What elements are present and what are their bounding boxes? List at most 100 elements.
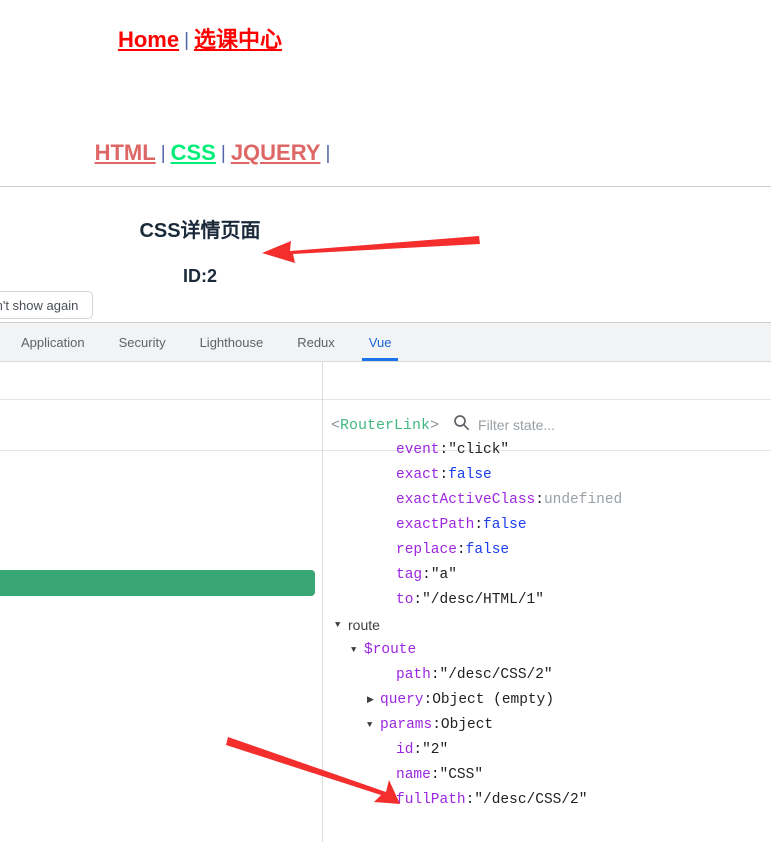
- state-key: query: [380, 692, 424, 708]
- component-name-label: RouterLink: [340, 416, 431, 434]
- component-tree-toolbar: [0, 399, 322, 451]
- state-key: event: [396, 442, 440, 458]
- state-value: "2": [422, 742, 449, 758]
- state-tree[interactable]: event: "click" exact: false exactActiveCla…: [323, 438, 771, 828]
- web-page-area: Home | 选课中心 HTML | CSS | JQUERY | CSS详情页面 ID:2 …: [0, 0, 771, 322]
- chevron-down-icon[interactable]: ▼: [335, 621, 348, 630]
- state-separator: :: [413, 742, 423, 758]
- state-key: to: [396, 592, 414, 608]
- devtools-tabbar: Application Security Lighthouse Redux Vu…: [0, 323, 771, 362]
- filter-state-container: [453, 414, 689, 436]
- detail-id-text: ID:2: [182, 266, 217, 286]
- tab-lighthouse[interactable]: Lighthouse: [183, 323, 281, 361]
- state-key: replace: [396, 542, 457, 558]
- state-key: fullPath: [396, 792, 466, 808]
- state-separator: :: [423, 692, 433, 708]
- state-row[interactable]: event: "click": [323, 438, 771, 463]
- state-key: exactPath: [396, 517, 475, 533]
- tab-label: Security: [118, 334, 166, 350]
- state-inspector-panel: <RouterLink> event: "click"exact: falsee…: [323, 362, 771, 842]
- chevron-right-icon[interactable]: ▶: [367, 696, 380, 705]
- state-row[interactable]: ▶ query: Object (empty): [323, 688, 771, 713]
- nav-separator: |: [160, 143, 166, 164]
- page-divider: [0, 186, 771, 187]
- state-separator: :: [413, 592, 423, 608]
- dont-show-again-label: Don't show again: [0, 297, 79, 313]
- state-key: $route: [364, 642, 417, 658]
- state-row[interactable]: fullPath: "/desc/CSS/2": [323, 788, 771, 813]
- state-value: undefined: [543, 492, 623, 508]
- state-value: Object: [440, 717, 494, 733]
- tab-label: Application: [21, 334, 85, 350]
- nav-separator-trailing: |: [325, 143, 331, 164]
- angle-open: <: [331, 416, 341, 434]
- state-separator: :: [430, 667, 440, 683]
- tab-redux[interactable]: Redux: [280, 323, 352, 361]
- state-value: "/desc/CSS/2": [474, 792, 588, 808]
- state-value: "CSS": [439, 767, 484, 783]
- component-tree-panel[interactable]: [0, 362, 323, 842]
- tab-label: Lighthouse: [199, 334, 264, 350]
- state-separator: :: [535, 492, 544, 508]
- dont-show-again-button[interactable]: Don't show again: [0, 291, 94, 319]
- state-value: "/desc/HTML/1": [422, 592, 544, 608]
- state-value: Object (empty): [432, 692, 555, 708]
- filter-state-input[interactable]: [478, 417, 689, 433]
- chevron-down-icon[interactable]: ▼: [351, 646, 364, 655]
- state-key: params: [380, 717, 433, 733]
- devtools-panel: Application Security Lighthouse Redux Vu…: [0, 322, 771, 842]
- state-value: false: [465, 542, 510, 558]
- state-row[interactable]: ▼ params: Object: [323, 713, 771, 738]
- state-key: exact: [396, 467, 440, 483]
- tab-vue[interactable]: Vue: [352, 323, 409, 361]
- state-row[interactable]: replace: false: [323, 538, 771, 563]
- state-key: tag: [396, 567, 423, 583]
- search-icon: [453, 414, 470, 436]
- state-value: "/desc/CSS/2": [439, 667, 553, 683]
- nav-separator: |: [184, 30, 190, 51]
- page-title: CSS详情页面: [139, 220, 261, 242]
- state-row[interactable]: exactActiveClass: undefined: [323, 488, 771, 513]
- primary-nav: Home | 选课中心: [0, 22, 400, 54]
- state-separator: :: [474, 517, 484, 533]
- state-row[interactable]: exact: false: [323, 463, 771, 488]
- state-separator: :: [422, 567, 431, 583]
- state-row[interactable]: ▼ route: [323, 613, 771, 638]
- inspected-component-name: <RouterLink>: [331, 417, 439, 434]
- state-value: "click": [448, 442, 510, 458]
- state-row[interactable]: to: "/desc/HTML/1": [323, 588, 771, 613]
- state-key: name: [396, 767, 431, 783]
- state-row[interactable]: name: "CSS": [323, 763, 771, 788]
- state-separator: :: [432, 717, 441, 733]
- state-separator: :: [430, 767, 440, 783]
- state-row[interactable]: exactPath: false: [323, 513, 771, 538]
- tab-label: Vue: [368, 334, 392, 350]
- tab-security[interactable]: Security: [102, 323, 183, 361]
- tab-application[interactable]: Application: [4, 323, 102, 361]
- state-row[interactable]: path: "/desc/CSS/2": [323, 663, 771, 688]
- selected-component-row[interactable]: [0, 570, 315, 596]
- nav-link-css[interactable]: CSS: [171, 140, 216, 165]
- state-row[interactable]: ▼ $route: [323, 638, 771, 663]
- nav-link-jquery[interactable]: JQUERY: [231, 140, 321, 165]
- nav-separator: |: [220, 143, 226, 164]
- secondary-nav: HTML | CSS | JQUERY |: [0, 140, 430, 166]
- nav-link-home[interactable]: Home: [118, 27, 179, 52]
- nav-link-html[interactable]: HTML: [95, 140, 156, 165]
- devtools-body: <RouterLink> event: "click"exact: falsee…: [0, 362, 771, 842]
- state-key: id: [396, 742, 414, 758]
- state-row[interactable]: tag: "a": [323, 563, 771, 588]
- tab-label: Redux: [297, 334, 335, 350]
- state-key: exactActiveClass: [396, 492, 536, 508]
- state-key: route: [348, 617, 380, 633]
- state-value: "a": [430, 567, 457, 583]
- state-separator: :: [465, 792, 475, 808]
- state-row[interactable]: id: "2": [323, 738, 771, 763]
- state-value: false: [448, 467, 492, 483]
- chevron-down-icon[interactable]: ▼: [367, 721, 380, 730]
- nav-link-course-center[interactable]: 选课中心: [194, 27, 282, 52]
- state-value: false: [483, 517, 527, 533]
- state-separator: :: [439, 442, 449, 458]
- state-separator: :: [456, 542, 466, 558]
- angle-close: >: [430, 416, 440, 434]
